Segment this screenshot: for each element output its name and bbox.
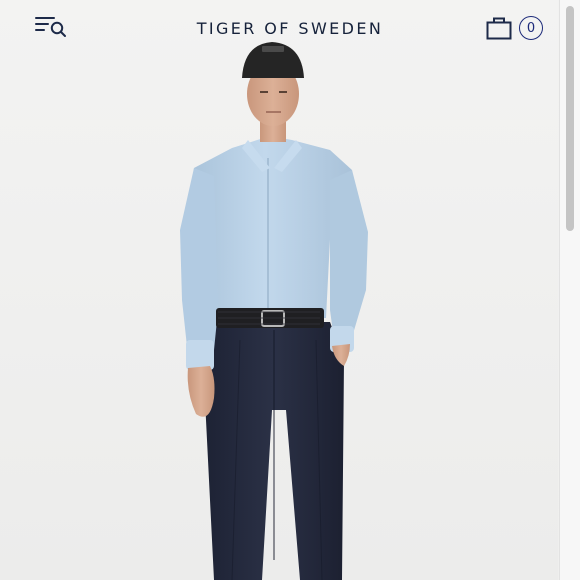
- site-header: TIGER OF SWEDEN 0: [0, 0, 558, 60]
- product-photo[interactable]: [0, 0, 558, 580]
- product-page: TIGER OF SWEDEN 0: [0, 0, 580, 580]
- shopping-bag-icon[interactable]: [485, 16, 513, 42]
- cart-count-badge[interactable]: 0: [519, 16, 543, 40]
- trousers: [203, 322, 344, 580]
- scrollbar-thumb[interactable]: [566, 6, 574, 231]
- page-scrollbar[interactable]: [559, 0, 580, 580]
- belt: [216, 308, 324, 328]
